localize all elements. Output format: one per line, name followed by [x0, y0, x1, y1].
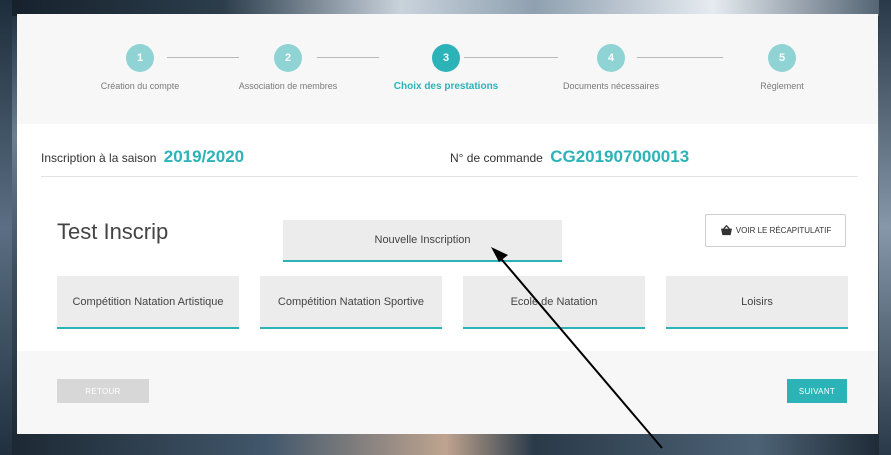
step-association-membres[interactable]: 2 Association de membres: [213, 44, 363, 91]
registration-card: 1 Création du compte 2 Association de me…: [17, 14, 878, 434]
step-number: 5: [768, 44, 796, 72]
step-reglement[interactable]: 5 Règlement: [707, 44, 857, 91]
view-summary-label: VOIR LE RÉCAPITULATIF: [735, 226, 832, 235]
category-loisirs[interactable]: Loisirs: [666, 276, 848, 329]
step-label: Documents nécessaires: [562, 81, 660, 91]
order-number-info: N° de commande CG201907000013: [450, 147, 689, 167]
category-competition-sportive[interactable]: Compétition Natation Sportive: [260, 276, 442, 329]
background-right-strip: [879, 0, 891, 455]
progress-stepper: 1 Création du compte 2 Association de me…: [17, 14, 878, 124]
step-label: Association de membres: [238, 81, 338, 91]
basket-icon: [720, 225, 732, 236]
view-summary-button[interactable]: VOIR LE RÉCAPITULATIF: [705, 214, 846, 247]
step-label: Création du compte: [100, 81, 180, 91]
category-competition-artistique[interactable]: Compétition Natation Artistique: [57, 276, 239, 329]
order-number: CG201907000013: [550, 147, 690, 166]
step-number: 4: [597, 44, 625, 72]
step-documents-necessaires[interactable]: 4 Documents nécessaires: [536, 44, 686, 91]
step-creation-compte[interactable]: 1 Création du compte: [65, 44, 215, 91]
background-bottom-strip: [0, 433, 891, 455]
new-inscription-button[interactable]: Nouvelle Inscription: [283, 220, 562, 262]
season-info: Inscription à la saison 2019/2020: [41, 147, 244, 167]
member-name: Test Inscrip: [57, 219, 169, 244]
step-number: 2: [274, 44, 302, 72]
category-ecole-natation[interactable]: Ecole de Natation: [463, 276, 645, 329]
step-label: Règlement: [760, 81, 804, 91]
step-number: 3: [432, 44, 460, 72]
order-info-row: Inscription à la saison 2019/2020 N° de …: [41, 145, 858, 177]
background-left-strip: [0, 0, 12, 455]
back-button[interactable]: RETOUR: [57, 379, 149, 403]
footer-bar: RETOUR SUIVANT: [17, 351, 878, 434]
step-number: 1: [126, 44, 154, 72]
step-label: Choix des prestations: [393, 81, 499, 92]
step-choix-prestations[interactable]: 3 Choix des prestations: [371, 44, 521, 92]
season-label: Inscription à la saison: [41, 151, 157, 165]
season-value: 2019/2020: [163, 147, 245, 166]
order-label: N° de commande: [450, 151, 543, 165]
next-button[interactable]: SUIVANT: [787, 379, 847, 403]
